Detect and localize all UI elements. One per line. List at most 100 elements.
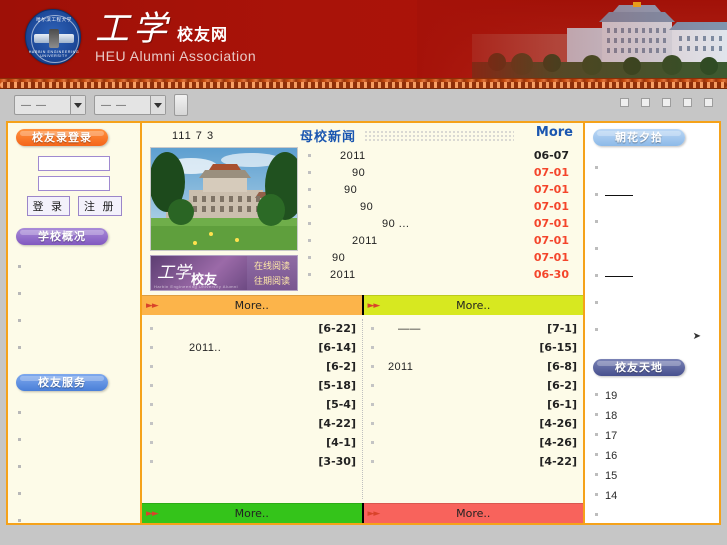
list-item[interactable] xyxy=(595,291,719,318)
magazine-links: 在线阅读 往期阅读 xyxy=(247,256,297,290)
bullet-icon xyxy=(18,319,21,322)
nav-go-button[interactable] xyxy=(174,94,188,116)
list-row[interactable]: [6-2] xyxy=(150,357,356,376)
read-archive-link[interactable]: 往期阅读 xyxy=(254,274,290,287)
list-item[interactable] xyxy=(18,481,140,508)
news-date: 07-01 xyxy=(533,183,569,196)
list-item-label: 19 xyxy=(605,390,618,402)
login-buttons: 登 录 注 册 xyxy=(8,196,140,216)
list-row[interactable]: [6-1] xyxy=(371,395,577,414)
list-item[interactable] xyxy=(595,210,719,237)
news-row[interactable]: 2011 07-01 xyxy=(308,232,575,249)
list-row[interactable]: [5-18] xyxy=(150,376,356,395)
list-row[interactable]: [4-22] xyxy=(150,414,356,433)
more-bar-orange[interactable]: ►► More.. xyxy=(142,295,362,315)
list-item[interactable] xyxy=(595,506,719,526)
password-input[interactable] xyxy=(38,176,110,191)
bullet-icon xyxy=(308,256,311,259)
news-row[interactable]: 90 ... 07-01 xyxy=(308,215,575,232)
more-bar-green[interactable]: ►► More.. xyxy=(142,503,362,523)
chevron-down-icon[interactable] xyxy=(150,96,165,114)
list-item[interactable] xyxy=(18,427,140,454)
visit-counter: 111 7 3 xyxy=(172,129,215,142)
list-row[interactable]: [4-26] xyxy=(371,414,577,433)
list-item[interactable] xyxy=(595,237,719,264)
list-item[interactable] xyxy=(18,400,140,427)
list-item[interactable] xyxy=(18,535,140,545)
nav-dropdown-one-label: —— xyxy=(21,99,51,111)
news-body: 工学 校友 Harbin Engineering University Alum… xyxy=(142,145,583,291)
bullet-icon xyxy=(150,384,153,387)
broken-image-icon[interactable] xyxy=(620,98,629,107)
news-row[interactable]: 90 07-01 xyxy=(308,249,575,266)
list-item[interactable] xyxy=(18,508,140,535)
list-item-label: 17 xyxy=(605,430,618,442)
list-item[interactable]: 14 xyxy=(595,486,719,506)
list-row[interactable]: [4-1] xyxy=(150,433,356,452)
list-row[interactable]: 2011.. [6-14] xyxy=(150,338,356,357)
list-item[interactable]: 18 xyxy=(595,406,719,426)
list-item[interactable]: 16 xyxy=(595,446,719,466)
list-row[interactable]: [6-15] xyxy=(371,338,577,357)
ornamental-band xyxy=(0,78,727,89)
read-online-link[interactable]: 在线阅读 xyxy=(254,259,290,272)
campus-feature-photo[interactable] xyxy=(150,147,298,251)
news-row[interactable]: 90 07-01 xyxy=(308,198,575,215)
news-row[interactable]: 2011 06-30 xyxy=(308,266,575,283)
list-row-date: [7-1] xyxy=(547,322,577,335)
navigation-bar: —— —— xyxy=(0,89,727,121)
list-row[interactable]: [4-26] xyxy=(371,433,577,452)
news-row[interactable]: 90 07-01 xyxy=(308,181,575,198)
list-item[interactable] xyxy=(595,264,719,291)
list-row[interactable]: [4-22] xyxy=(371,452,577,471)
broken-image-icon[interactable] xyxy=(683,98,692,107)
username-input[interactable] xyxy=(38,156,110,171)
bullet-icon xyxy=(308,205,311,208)
list-row-date: [6-2] xyxy=(326,360,356,373)
bullet-icon xyxy=(18,346,21,349)
news-more-link[interactable]: More xyxy=(536,125,573,140)
list-item[interactable] xyxy=(18,454,140,481)
list-row[interactable]: 2011 [6-8] xyxy=(371,357,577,376)
list-item[interactable] xyxy=(18,254,140,281)
list-row[interactable]: [5-4] xyxy=(150,395,356,414)
list-row[interactable]: [6-22] xyxy=(150,319,356,338)
panel-title-alumni-service: 校友服务 xyxy=(16,374,108,391)
dot-pattern-decoration xyxy=(364,130,514,142)
more-bar-red[interactable]: ►► More.. xyxy=(363,503,583,523)
bullet-icon xyxy=(595,473,598,476)
broken-image-icon[interactable] xyxy=(641,98,650,107)
panel-title-alumni-login: 校友录登录 xyxy=(16,129,108,146)
list-row-date: [6-8] xyxy=(547,360,577,373)
panel-title-memoir: 朝花夕拾 xyxy=(593,129,685,146)
news-row[interactable]: 90 07-01 xyxy=(308,164,575,181)
list-row[interactable]: [3-30] xyxy=(150,452,356,471)
list-item[interactable] xyxy=(18,281,140,308)
broken-image-icon[interactable] xyxy=(704,98,713,107)
bullet-icon xyxy=(308,239,311,242)
list-item[interactable]: 15 xyxy=(595,466,719,486)
nav-dropdown-one[interactable]: —— xyxy=(14,95,86,115)
register-button[interactable]: 注 册 xyxy=(78,196,122,216)
list-row[interactable]: —— [7-1] xyxy=(371,319,577,338)
broken-image-icon[interactable] xyxy=(662,98,671,107)
list-row[interactable]: [6-2] xyxy=(371,376,577,395)
list-item[interactable] xyxy=(595,156,719,183)
list-item[interactable] xyxy=(18,335,140,362)
nav-dropdown-two[interactable]: —— xyxy=(94,95,166,115)
chevron-down-icon[interactable] xyxy=(70,96,85,114)
site-logo[interactable]: 哈尔滨工程大学 HARBIN ENGINEERING UNIVERSITY 工学… xyxy=(25,9,256,65)
list-row-title: 2011.. xyxy=(189,341,222,354)
list-item[interactable]: 17 xyxy=(595,426,719,446)
login-button[interactable]: 登 录 xyxy=(26,196,70,216)
bullet-icon xyxy=(308,222,311,225)
list-item[interactable]: 19 xyxy=(595,386,719,406)
alumni-magazine-banner[interactable]: 工学 校友 Harbin Engineering University Alum… xyxy=(150,255,298,291)
news-row[interactable]: 2011 06-07 xyxy=(308,147,575,164)
list-item[interactable] xyxy=(595,183,719,210)
more-bar-lime[interactable]: ►► More.. xyxy=(363,295,583,315)
campus-building-photo xyxy=(417,0,727,78)
list-item[interactable] xyxy=(18,308,140,335)
bullet-icon xyxy=(18,465,21,468)
bullet-icon xyxy=(18,519,21,522)
